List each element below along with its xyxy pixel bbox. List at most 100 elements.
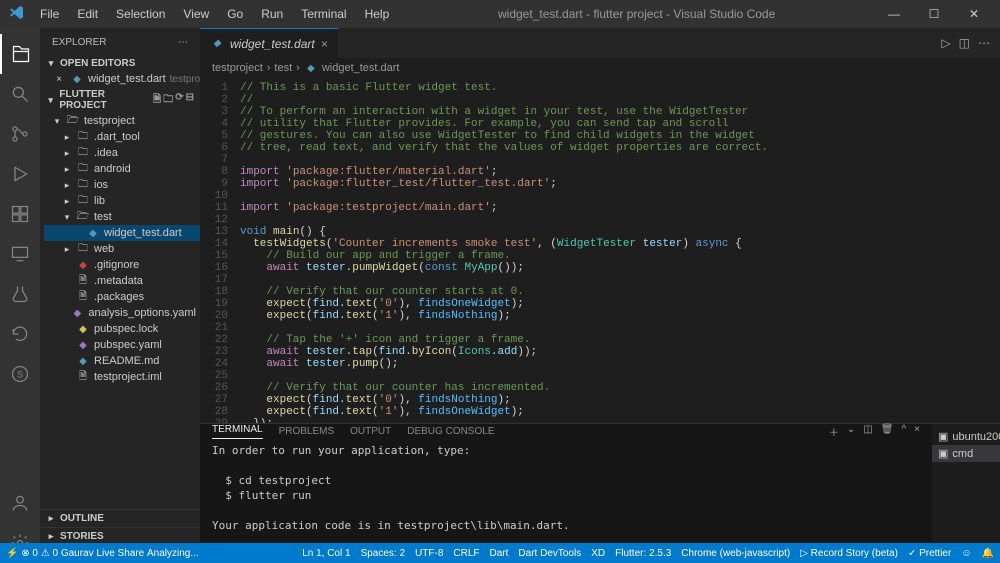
errors-warnings[interactable]: ⊗ 0 ⚠ 0 <box>21 548 58 559</box>
collapse-icon[interactable]: ⊟ <box>186 92 194 109</box>
split-editor-icon[interactable]: ◫ <box>959 36 970 50</box>
tree-item[interactable]: 🗎 .packages <box>44 289 200 305</box>
maximize-button[interactable]: ☐ <box>916 0 952 28</box>
close-panel-icon[interactable]: × <box>914 424 920 439</box>
tree-item[interactable]: ◆analysis_options.yaml <box>44 305 200 321</box>
file-icon: 🗎 <box>76 290 90 304</box>
tree-item-label: .metadata <box>94 275 143 287</box>
cursor-position[interactable]: Ln 1, Col 1 <box>302 548 350 559</box>
encoding[interactable]: UTF-8 <box>415 548 443 559</box>
breadcrumb[interactable]: testproject› test› ◆ widget_test.dart <box>200 58 1000 78</box>
split-terminal-icon[interactable]: ◫ <box>863 424 872 439</box>
s-tab-icon[interactable]: S <box>0 354 40 394</box>
menu-edit[interactable]: Edit <box>69 3 106 25</box>
folder-icon: 🗀 <box>76 178 90 192</box>
feedback[interactable]: ☺ <box>961 548 971 559</box>
open-editor-item[interactable]: ×◆widget_test.dart testproject\test <box>44 71 200 87</box>
tree-item[interactable]: ▸🗀lib <box>44 193 200 209</box>
tree-item[interactable]: ▸🗀.dart_tool <box>44 129 200 145</box>
xd[interactable]: XD <box>591 548 605 559</box>
terminal-dropdown-icon[interactable]: ⌄ <box>847 424 855 439</box>
terminal-shell-item[interactable]: ▣ubuntu2004 <box>932 428 1000 445</box>
tree-item[interactable]: ▸🗀ios <box>44 177 200 193</box>
tree-item-label: .packages <box>94 291 144 303</box>
remote-indicator[interactable]: ⚡ <box>6 548 18 559</box>
new-terminal-icon[interactable]: ＋ <box>829 424 839 439</box>
tree-item[interactable]: 🗎testproject.iml <box>44 369 200 385</box>
tree-item-label: testproject.iml <box>94 371 162 383</box>
remote-explorer-tab-icon[interactable] <box>0 234 40 274</box>
terminal-shell-item[interactable]: ▣cmd <box>932 445 1000 462</box>
new-folder-icon[interactable]: 🗀 <box>163 92 173 109</box>
tree-item[interactable]: ▸🗀android <box>44 161 200 177</box>
tree-item[interactable]: ▾🗁testproject <box>44 113 200 129</box>
refresh-icon[interactable]: ⟳ <box>175 92 183 109</box>
refresh-tab-icon[interactable] <box>0 314 40 354</box>
menu-run[interactable]: Run <box>253 3 291 25</box>
testing-tab-icon[interactable] <box>0 274 40 314</box>
tab-label: widget_test.dart <box>230 37 315 51</box>
sidebar-section-outline[interactable]: ▸OUTLINE <box>40 509 200 527</box>
menu-bar: FileEditSelectionViewGoRunTerminalHelp <box>32 3 397 25</box>
record-story[interactable]: ▷ Record Story (beta) <box>800 548 898 559</box>
panel-tab-terminal[interactable]: TERMINAL <box>212 424 263 439</box>
open-editors-section[interactable]: ▾ OPEN EDITORS <box>40 56 200 71</box>
close-tab-icon[interactable]: × <box>321 37 328 51</box>
menu-file[interactable]: File <box>32 3 67 25</box>
close-editor-icon[interactable]: × <box>52 72 66 86</box>
menu-terminal[interactable]: Terminal <box>293 3 354 25</box>
tree-item[interactable]: ◆widget_test.dart <box>44 225 200 241</box>
folder-icon: 🗀 <box>76 242 90 256</box>
tree-item[interactable]: 🗎.metadata <box>44 273 200 289</box>
explorer-tab-icon[interactable] <box>0 34 40 74</box>
prettier[interactable]: ✓ Prettier <box>908 548 951 559</box>
more-actions-icon[interactable]: ⋯ <box>978 36 990 50</box>
tree-item-label: android <box>94 163 131 175</box>
device[interactable]: Chrome (web-javascript) <box>681 548 790 559</box>
flutter-version[interactable]: Flutter: 2.5.3 <box>615 548 671 559</box>
project-section[interactable]: ▾ FLUTTER PROJECT 🗎 🗀 ⟳ ⊟ <box>40 87 200 113</box>
notifications[interactable]: 🔔 <box>982 548 994 559</box>
eol[interactable]: CRLF <box>453 548 479 559</box>
account-name[interactable]: Gaurav <box>61 548 94 559</box>
tree-item[interactable]: ◆README.md <box>44 353 200 369</box>
panel-tab-problems[interactable]: PROBLEMS <box>279 426 335 437</box>
tree-item-label: README.md <box>94 355 159 367</box>
extensions-tab-icon[interactable] <box>0 194 40 234</box>
dart-devtools[interactable]: Dart DevTools <box>518 548 581 559</box>
tree-item[interactable]: ◆pubspec.lock <box>44 321 200 337</box>
run-debug-tab-icon[interactable] <box>0 154 40 194</box>
live-share[interactable]: Live Share <box>96 548 144 559</box>
kill-terminal-icon[interactable]: 🗑 <box>881 424 894 439</box>
menu-help[interactable]: Help <box>357 3 398 25</box>
panel-tab-output[interactable]: OUTPUT <box>350 426 391 437</box>
panel-tab-debug-console[interactable]: DEBUG CONSOLE <box>407 426 494 437</box>
run-icon[interactable]: ▷ <box>941 36 950 50</box>
language-mode[interactable]: Dart <box>490 548 509 559</box>
indent[interactable]: Spaces: 2 <box>361 548 405 559</box>
window-title: widget_test.dart - flutter project - Vis… <box>397 7 876 21</box>
tree-item[interactable]: ▸🗀web <box>44 241 200 257</box>
menu-selection[interactable]: Selection <box>108 3 173 25</box>
new-file-icon[interactable]: 🗎 <box>153 92 161 109</box>
tree-item[interactable]: ◆.gitignore <box>44 257 200 273</box>
tree-item-label: analysis_options.yaml <box>88 307 196 319</box>
minimize-button[interactable]: — <box>876 0 912 28</box>
analyzing[interactable]: Analyzing... <box>147 548 199 559</box>
menu-view[interactable]: View <box>175 3 217 25</box>
menu-go[interactable]: Go <box>219 3 251 25</box>
accounts-icon[interactable] <box>0 483 40 523</box>
maximize-panel-icon[interactable]: ^ <box>901 424 906 439</box>
chevron-icon: ▸ <box>62 164 72 175</box>
search-tab-icon[interactable] <box>0 74 40 114</box>
editor-tab[interactable]: ◆ widget_test.dart × <box>200 28 339 58</box>
source-control-tab-icon[interactable] <box>0 114 40 154</box>
close-button[interactable]: ✕ <box>956 0 992 28</box>
more-actions-icon[interactable]: ⋯ <box>178 37 188 48</box>
code-editor[interactable]: 1234567891011121314151617181920212223242… <box>200 78 1000 423</box>
tree-item[interactable]: ▾🗁test <box>44 209 200 225</box>
tree-item[interactable]: ◆pubspec.yaml <box>44 337 200 353</box>
tree-item[interactable]: ▸🗀.idea <box>44 145 200 161</box>
title-bar: FileEditSelectionViewGoRunTerminalHelp w… <box>0 0 1000 28</box>
status-bar: ⚡ ⊗ 0 ⚠ 0 Gaurav Live Share Analyzing...… <box>0 543 1000 563</box>
